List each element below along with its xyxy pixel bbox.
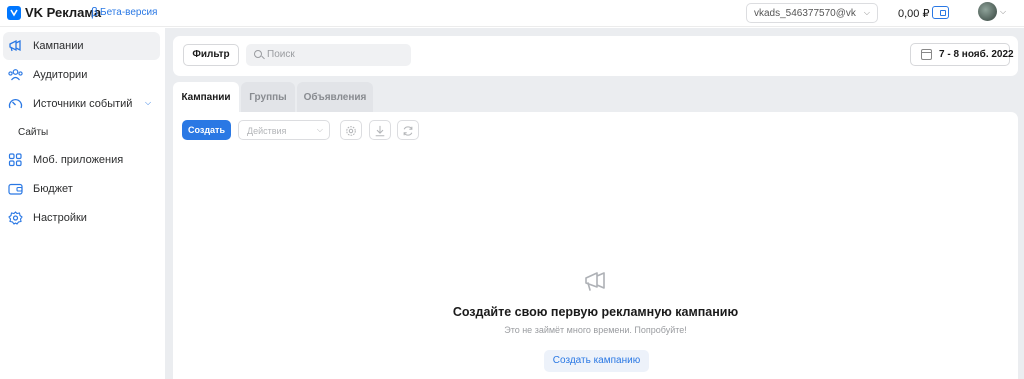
megaphone-icon <box>9 39 21 52</box>
sidebar-item-audiences[interactable]: Аудитории <box>3 61 160 89</box>
sidebar-item-label: Источники событий <box>33 98 133 110</box>
refresh-button[interactable] <box>397 120 419 140</box>
tab-groups[interactable]: Группы <box>241 82 295 112</box>
actions-placeholder: Действия <box>247 126 287 136</box>
chevron-down-icon[interactable]: ⌵ <box>1000 7 1006 17</box>
actions-select[interactable]: Действия ⌵ <box>238 120 330 140</box>
chevron-down-icon[interactable]: ⌵ <box>145 98 151 108</box>
sidebar-item-label: Аудитории <box>33 69 88 81</box>
account-name: vkads_546377570@vk <box>754 8 856 19</box>
sidebar-item-label: Моб. приложения <box>33 154 124 166</box>
gauge-icon <box>8 98 23 109</box>
sidebar-item-sites[interactable]: Сайты <box>18 127 48 138</box>
refresh-icon <box>403 126 413 136</box>
create-button[interactable]: Создать <box>182 120 231 140</box>
tab-campaigns[interactable]: Кампании <box>173 82 239 112</box>
megaphone-icon <box>585 272 605 291</box>
sidebar-item-event-sources[interactable]: Источники событий ⌵ <box>3 90 160 118</box>
download-button[interactable] <box>369 120 391 140</box>
main-area: Фильтр Поиск 7 - 8 нояб. 2022 Кампании Г… <box>165 28 1024 379</box>
wallet-icon <box>8 183 23 195</box>
search-placeholder: Поиск <box>267 49 295 60</box>
campaigns-panel: Создать Действия ⌵ Создайте свою первую … <box>173 112 1018 379</box>
search-input[interactable]: Поиск <box>246 44 411 66</box>
sidebar-item-label: Настройки <box>33 212 87 224</box>
sidebar-item-mobile-apps[interactable]: Моб. приложения <box>3 146 160 174</box>
avatar[interactable] <box>978 2 997 21</box>
sidebar-item-budget[interactable]: Бюджет <box>3 175 160 203</box>
filter-button[interactable]: Фильтр <box>183 44 239 66</box>
balance-amount: 0,00 ₽ <box>898 8 930 20</box>
apps-grid-icon <box>8 153 22 167</box>
date-range-picker[interactable]: 7 - 8 нояб. 2022 <box>910 43 1014 66</box>
top-bar: VK Реклама β Бета-версия vkads_546377570… <box>0 0 1024 27</box>
gear-icon <box>346 126 356 136</box>
sidebar-item-label: Бюджет <box>33 183 73 195</box>
account-select[interactable]: vkads_546377570@vk ⌵ <box>746 3 878 23</box>
chevron-down-icon: ⌵ <box>316 125 323 134</box>
vk-logo-icon[interactable] <box>7 6 21 20</box>
sidebar: Кампании Аудитории Источники событий ⌵ С… <box>0 28 165 379</box>
users-icon <box>8 69 23 81</box>
search-icon <box>254 50 262 58</box>
beta-symbol: β <box>91 5 98 19</box>
empty-state-title: Создайте свою первую рекламную кампанию <box>452 305 739 319</box>
sidebar-item-campaigns[interactable]: Кампании <box>3 32 160 60</box>
filter-bar: Фильтр Поиск 7 - 8 нояб. 2022 <box>173 36 1018 76</box>
tab-ads[interactable]: Объявления <box>297 82 373 112</box>
calendar-icon <box>921 49 932 60</box>
beta-label: Бета-версия <box>100 7 158 18</box>
sidebar-item-label: Кампании <box>33 40 84 52</box>
logo-text[interactable]: VK Реклама <box>25 5 101 20</box>
create-campaign-button[interactable]: Создать кампанию <box>544 350 649 372</box>
chevron-down-icon: ⌵ <box>863 8 870 17</box>
sidebar-item-settings[interactable]: Настройки <box>3 204 160 232</box>
wallet-icon[interactable] <box>932 6 949 19</box>
download-icon <box>375 125 385 137</box>
date-range-text: 7 - 8 нояб. 2022 <box>939 49 1014 60</box>
settings-button[interactable] <box>340 120 362 140</box>
empty-state-subtitle: Это не займёт много времени. Попробуйте! <box>504 325 687 335</box>
gear-icon <box>8 211 23 225</box>
